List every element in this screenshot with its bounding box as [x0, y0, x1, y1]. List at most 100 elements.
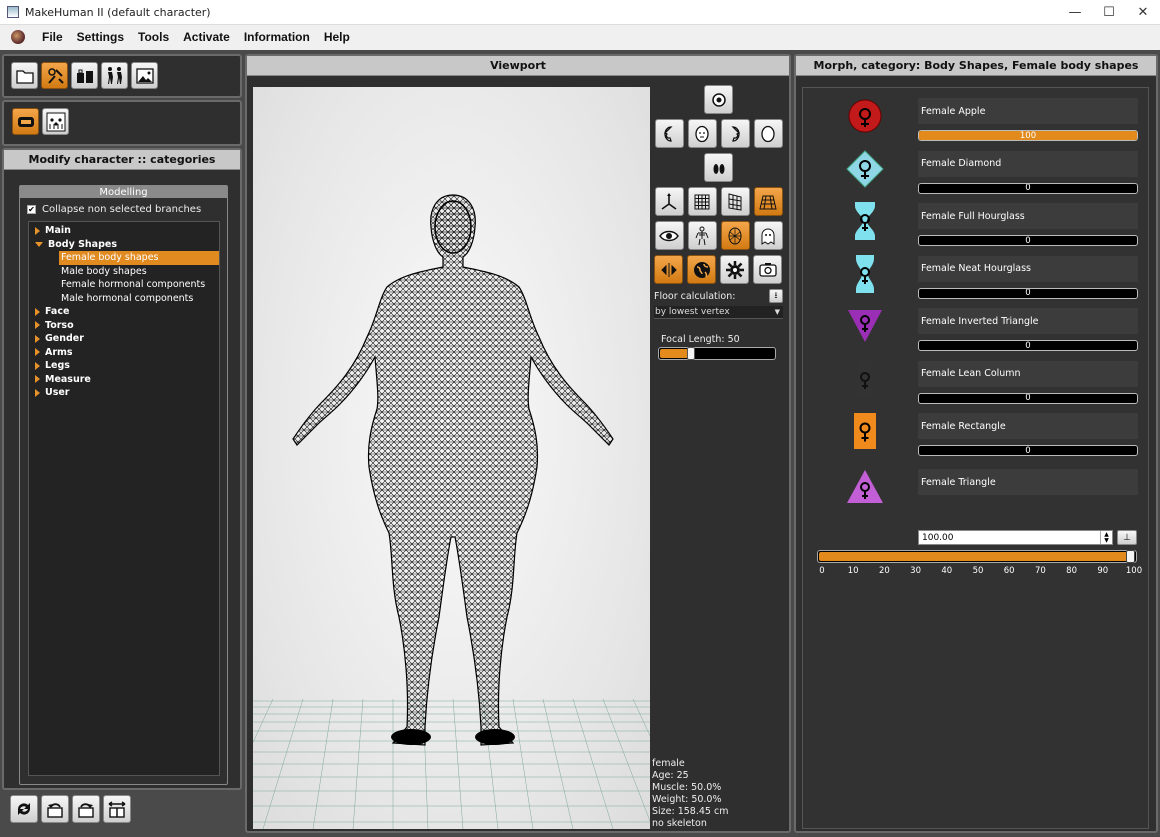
focal-length-handle[interactable] [687, 347, 695, 360]
head-back-icon [761, 125, 775, 142]
focal-length-slider[interactable] [658, 347, 776, 360]
floor-calc-label: Floor calculation: [654, 290, 736, 302]
globe-button[interactable] [687, 255, 716, 284]
categories-button[interactable] [12, 108, 39, 135]
head-front-icon [695, 125, 709, 142]
files-folder-button[interactable] [11, 62, 38, 89]
morph-slider[interactable]: 0 [918, 287, 1138, 299]
close-button[interactable]: ✕ [1126, 0, 1160, 25]
collapse-option[interactable]: ✔ Collapse non selected branches [20, 198, 227, 219]
morph-reset-button[interactable]: ⊥ [1117, 530, 1137, 545]
view-front-button[interactable] [687, 119, 717, 148]
redo-button[interactable] [72, 795, 100, 823]
tree-item-user[interactable]: User [29, 386, 219, 400]
morph-value-slider-handle[interactable] [1126, 550, 1135, 563]
camera-icon [758, 262, 777, 277]
pose-animation-button[interactable] [101, 62, 128, 89]
tree-item-legs[interactable]: Legs [29, 359, 219, 373]
wireframe-icon [728, 227, 742, 244]
wall-grid-button[interactable] [720, 187, 750, 216]
3d-scene[interactable] [253, 87, 650, 829]
tree-item-face[interactable]: Face [29, 305, 219, 319]
floor-apply-button[interactable]: ⭳ [769, 289, 783, 303]
reset-button[interactable] [10, 795, 38, 823]
redo-icon [78, 803, 94, 818]
wall-grid-icon [728, 192, 742, 211]
screenshot-button[interactable] [753, 255, 782, 284]
view-left-button[interactable] [654, 119, 684, 148]
minimize-button[interactable]: — [1058, 0, 1092, 25]
morph-label: Female Triangle [918, 469, 1138, 495]
settings-button[interactable] [720, 255, 749, 284]
category-tree: Main Body Shapes Female body shapes Male… [28, 221, 220, 776]
morph-slider[interactable]: 0 [918, 182, 1138, 194]
undo-button[interactable] [41, 795, 69, 823]
diamond-shape-icon [846, 149, 884, 188]
morph-slider[interactable]: 0 [918, 392, 1138, 404]
info-age: Age: 25 [652, 770, 689, 781]
tree-item-arms[interactable]: Arms [29, 346, 219, 360]
view-top-button[interactable] [704, 85, 733, 114]
menu-tools[interactable]: Tools [131, 30, 176, 44]
morph-slider[interactable]: 0 [918, 445, 1138, 456]
morph-list: Female Apple 100 Female Diamond 0 Female… [802, 87, 1149, 829]
maximize-button[interactable]: ☐ [1092, 0, 1126, 25]
morph-targets-button[interactable] [42, 108, 69, 135]
menu-activate[interactable]: Activate [176, 30, 237, 44]
floor-calc-select[interactable]: by lowest vertex ▼ [654, 306, 783, 319]
inverted-triangle-shape-icon [848, 310, 882, 342]
people-icon [107, 66, 122, 84]
view-right-button[interactable] [720, 119, 750, 148]
floor-grid-button[interactable] [753, 187, 783, 216]
morph-slider[interactable]: 0 [918, 235, 1138, 246]
morph-value-spinbox[interactable]: 100.00 ▲ ▼ [918, 530, 1113, 545]
collapse-checkbox[interactable]: ✔ [27, 205, 36, 214]
tree-item-main[interactable]: Main [29, 224, 219, 238]
symmetry-button[interactable] [103, 795, 131, 823]
tree-item-measure[interactable]: Measure [29, 373, 219, 387]
morph-slider[interactable]: 0 [918, 340, 1138, 351]
menu-file[interactable]: File [35, 30, 70, 44]
history-toolbar [10, 795, 131, 823]
morph-label: Female Neat Hourglass [918, 255, 1138, 282]
tree-item-torso[interactable]: Torso [29, 319, 219, 333]
morph-panel: Morph, category: Body Shapes, Female bod… [794, 54, 1158, 833]
menu-settings[interactable]: Settings [70, 30, 131, 44]
tree-item-body-shapes[interactable]: Body Shapes [29, 238, 219, 252]
morph-female-diamond: Female Diamond 0 [803, 141, 1150, 194]
slider-tick-label: 60 [1003, 566, 1015, 576]
tree-item-female-body-shapes[interactable]: Female body shapes [59, 251, 219, 265]
expand-arrow-icon [35, 388, 40, 397]
wireframe-button[interactable] [720, 221, 750, 250]
morph-value-slider[interactable] [817, 550, 1137, 563]
spin-down-icon[interactable]: ▼ [1104, 537, 1109, 544]
tree-item-gender[interactable]: Gender [29, 332, 219, 346]
view-bottom-button[interactable] [704, 153, 733, 182]
visibility-button[interactable] [654, 221, 684, 250]
head-left-icon [663, 125, 673, 142]
category-toolbar [2, 100, 242, 146]
menu-information[interactable]: Information [237, 30, 317, 44]
app-icon [7, 6, 19, 18]
tree-item-male-hormonal[interactable]: Male hormonal components [29, 292, 219, 306]
perspective-button[interactable] [654, 255, 683, 284]
morph-slider[interactable]: 100 [918, 130, 1138, 141]
main-toolbar [2, 54, 242, 98]
modify-character-button[interactable] [41, 62, 68, 89]
suitcase-icon [76, 69, 93, 83]
feet-icon [713, 163, 724, 174]
view-back-button[interactable] [753, 119, 783, 148]
menu-help[interactable]: Help [317, 30, 357, 44]
axes-button[interactable] [654, 187, 684, 216]
grid-button[interactable] [687, 187, 717, 216]
tree-item-male-body-shapes[interactable]: Male body shapes [29, 265, 219, 279]
tree-item-female-hormonal[interactable]: Female hormonal components [29, 278, 219, 292]
morph-female-lean-column: Female Lean Column 0 [803, 351, 1150, 404]
equipment-button[interactable] [71, 62, 98, 89]
rendering-button[interactable] [131, 62, 158, 89]
full-hourglass-shape-icon [855, 202, 875, 240]
morph-value-slider-fill [819, 552, 1129, 561]
ghost-button[interactable] [753, 221, 783, 250]
spin-arrows[interactable]: ▲ ▼ [1100, 531, 1112, 544]
skeleton-button[interactable] [687, 221, 717, 250]
